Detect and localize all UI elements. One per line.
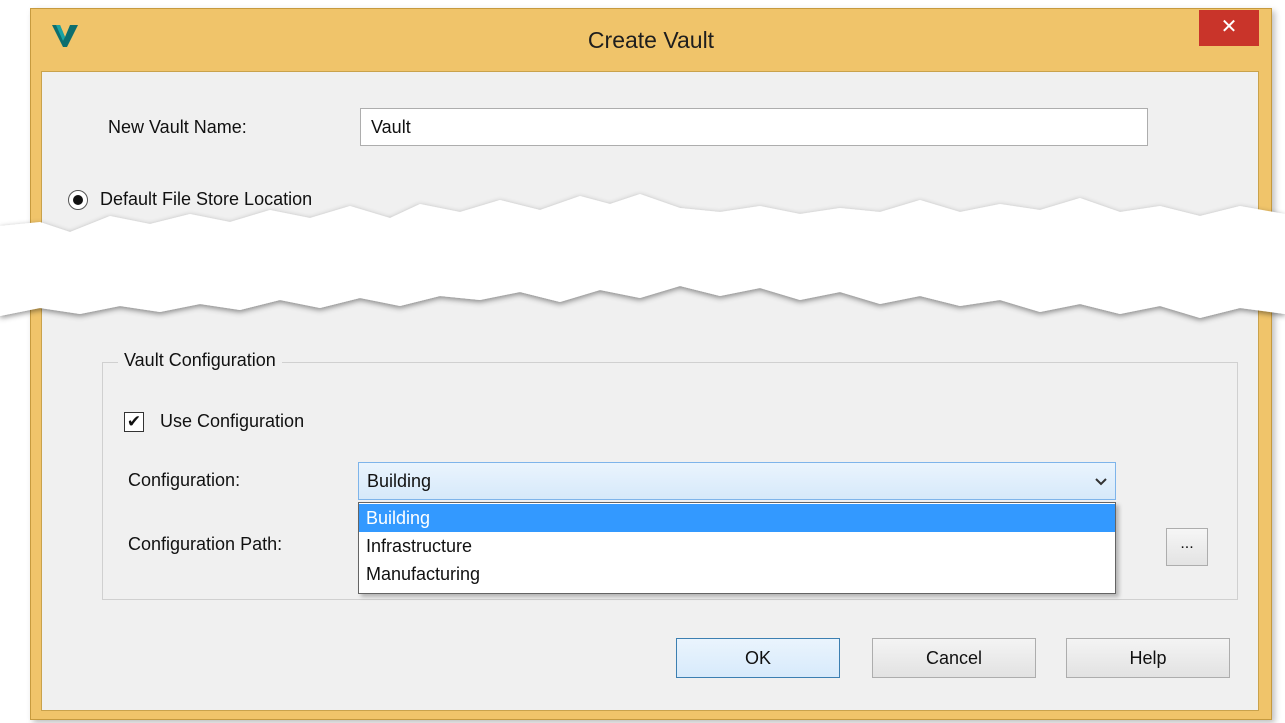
dialog-body: New Vault Name: Default File Store Locat… bbox=[41, 71, 1259, 711]
configuration-options-list: Building Infrastructure Manufacturing bbox=[358, 502, 1116, 594]
option-infrastructure[interactable]: Infrastructure bbox=[359, 532, 1115, 560]
vault-name-input[interactable] bbox=[360, 108, 1148, 146]
checkmark-icon: ✔ bbox=[126, 412, 142, 431]
create-vault-dialog: Create Vault ✕ New Vault Name: Default F… bbox=[30, 8, 1272, 720]
vault-configuration-title: Vault Configuration bbox=[118, 350, 282, 371]
configuration-label: Configuration: bbox=[128, 470, 241, 490]
cancel-button[interactable]: Cancel bbox=[872, 638, 1036, 678]
help-button[interactable]: Help bbox=[1066, 638, 1230, 678]
configuration-selected-value: Building bbox=[367, 471, 432, 491]
use-configuration-checkbox[interactable]: ✔ bbox=[124, 412, 144, 432]
title-bar[interactable]: Create Vault ✕ bbox=[31, 9, 1271, 71]
browse-button[interactable]: ... bbox=[1166, 528, 1208, 566]
chevron-down-icon[interactable] bbox=[1095, 463, 1107, 499]
ok-button[interactable]: OK bbox=[676, 638, 840, 678]
option-manufacturing[interactable]: Manufacturing bbox=[359, 560, 1115, 588]
window-title: Create Vault bbox=[587, 27, 715, 53]
screenshot-stage: Create Vault ✕ New Vault Name: Default F… bbox=[0, 0, 1285, 723]
close-button[interactable]: ✕ bbox=[1199, 10, 1259, 46]
close-icon: ✕ bbox=[1220, 16, 1238, 38]
option-building[interactable]: Building bbox=[359, 504, 1115, 532]
configuration-dropdown[interactable]: Building bbox=[358, 462, 1116, 500]
vault-name-label: New Vault Name: bbox=[108, 117, 247, 137]
configuration-path-label: Configuration Path: bbox=[128, 534, 283, 554]
default-file-store-label[interactable]: Default File Store Location bbox=[100, 189, 312, 210]
use-configuration-label[interactable]: Use Configuration bbox=[160, 411, 304, 432]
default-file-store-radio[interactable] bbox=[68, 190, 88, 210]
